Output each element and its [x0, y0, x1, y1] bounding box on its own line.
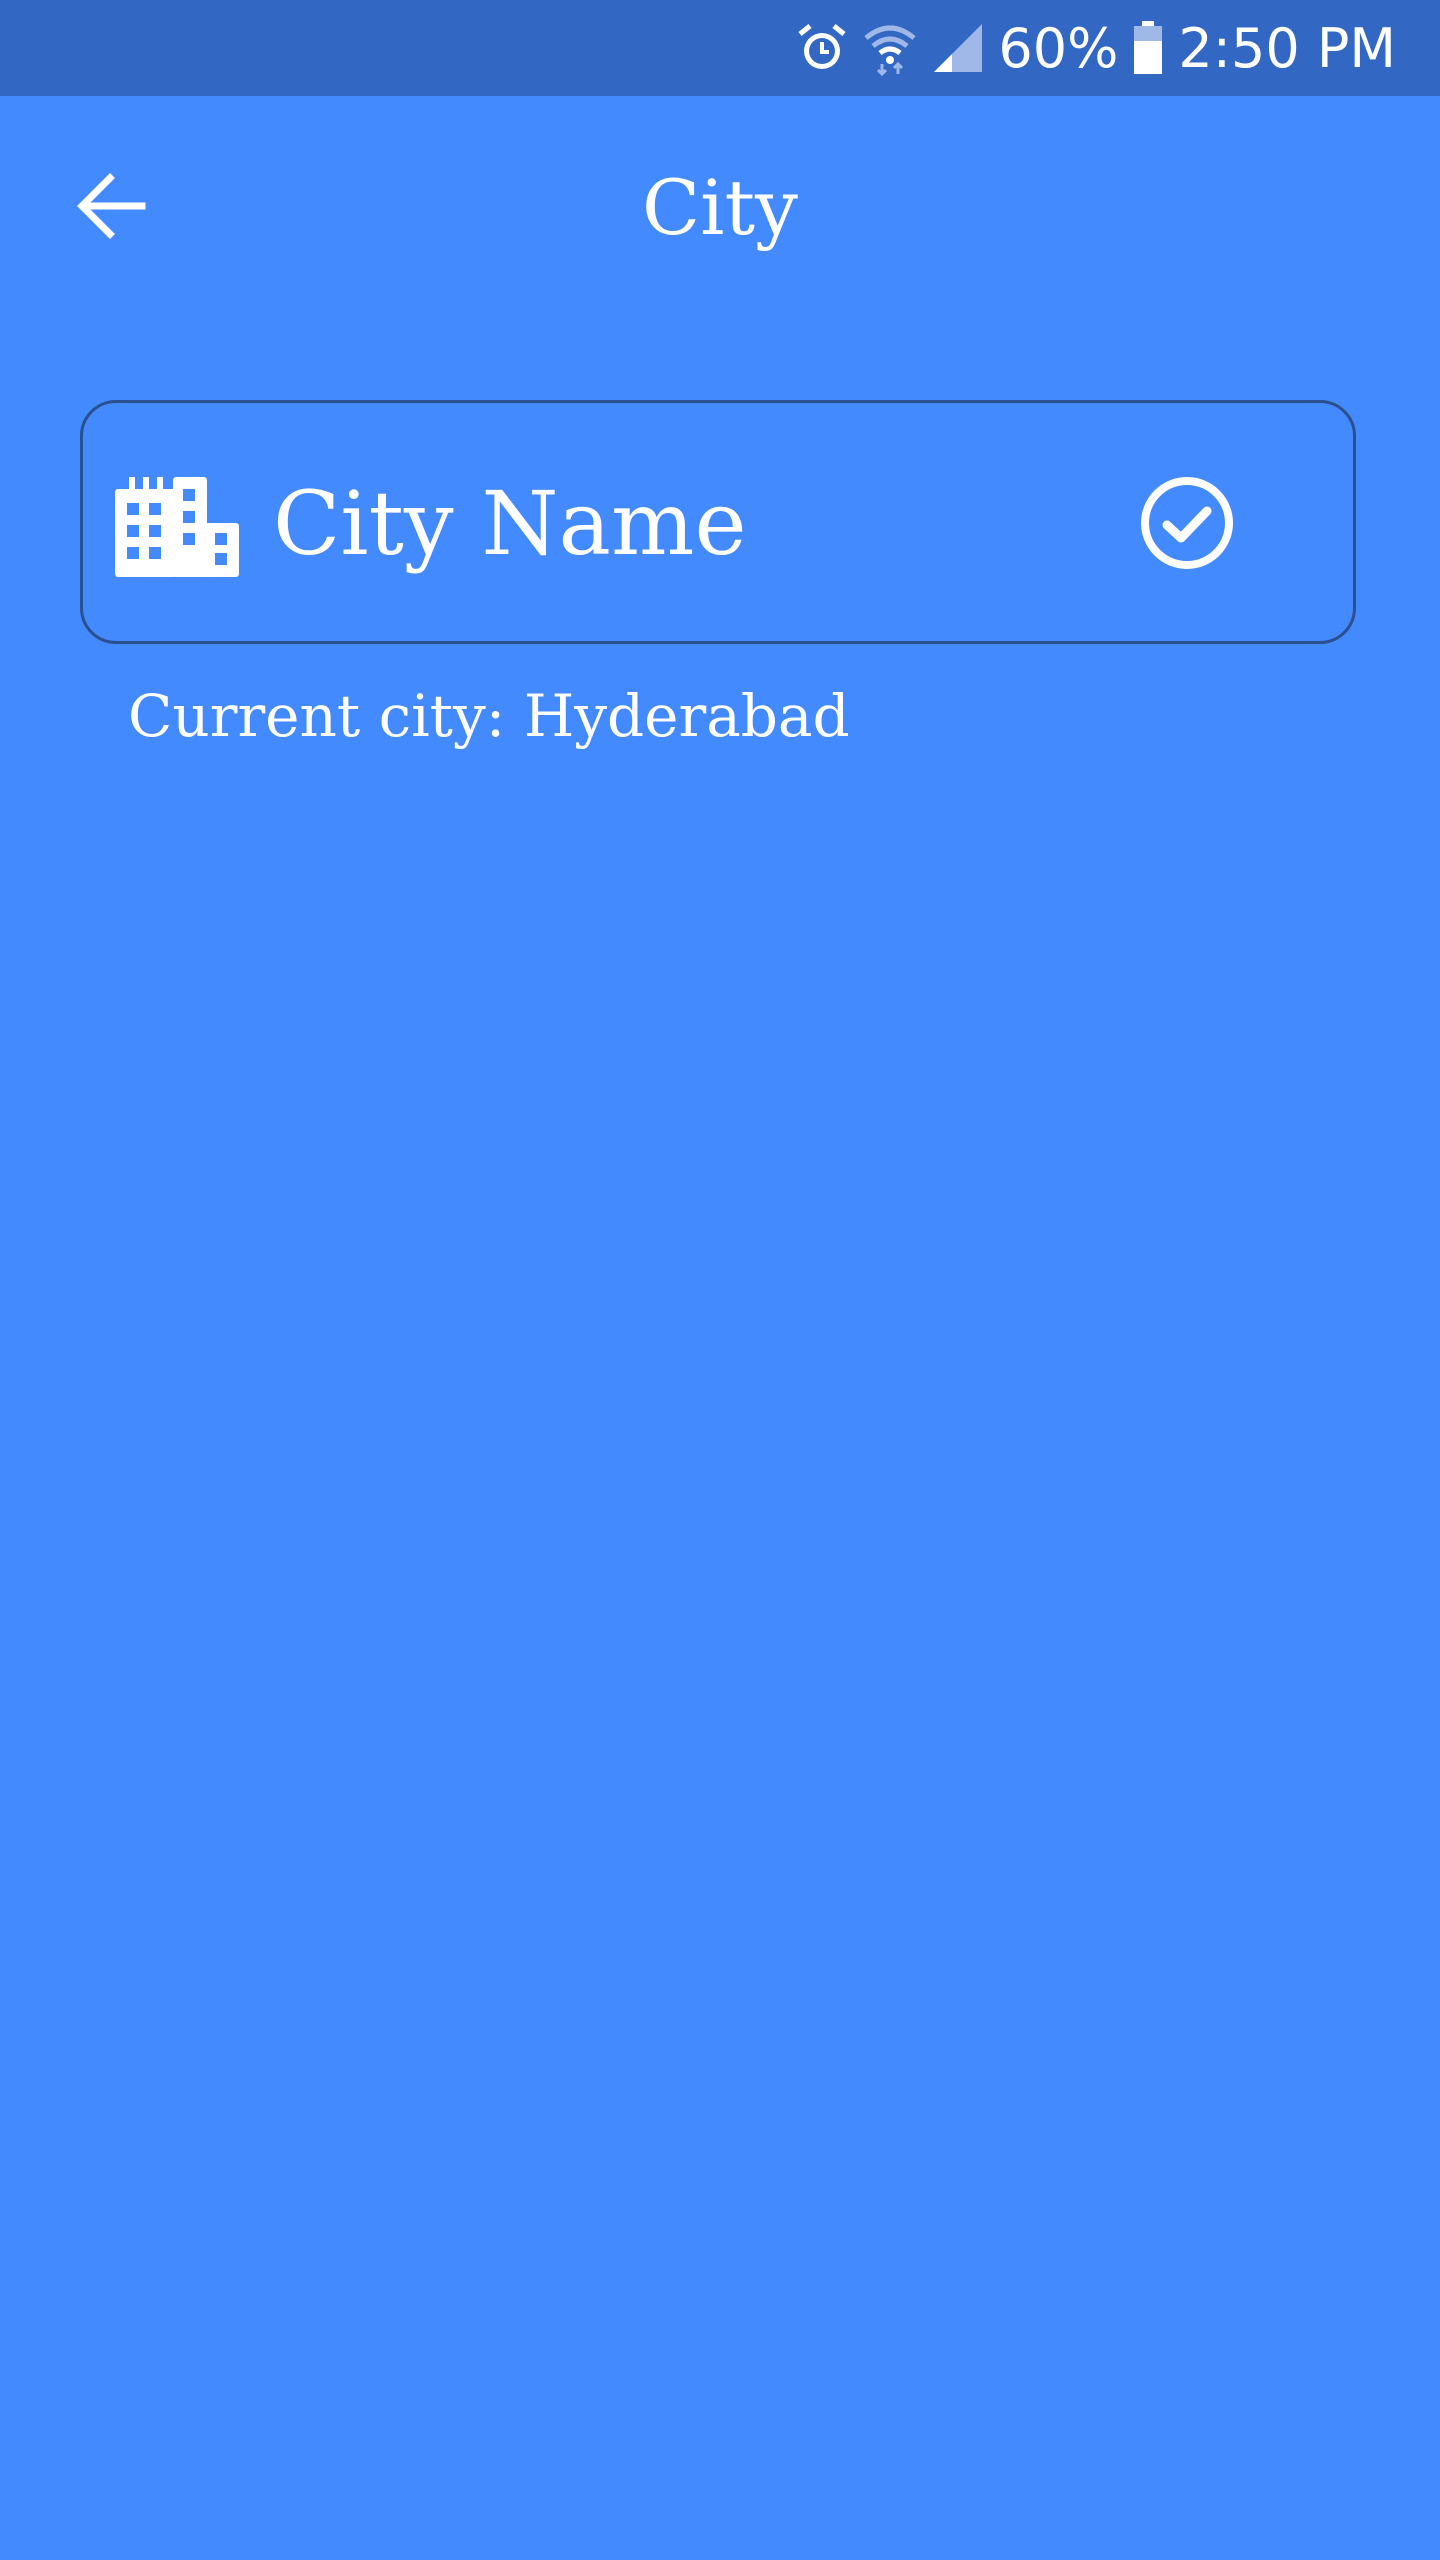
city-buildings-icon: [115, 477, 239, 577]
check-circle-icon: [1139, 475, 1235, 575]
battery-icon: [1132, 21, 1164, 75]
wifi-icon: [862, 20, 918, 76]
confirm-city-button[interactable]: [1135, 473, 1239, 577]
toolbar: City: [0, 96, 1440, 320]
status-time: 2:50 PM: [1178, 16, 1396, 80]
city-name-input[interactable]: [273, 463, 1133, 583]
battery-percent: 60%: [998, 16, 1119, 80]
status-bar-right: 60% 2:50 PM: [796, 0, 1396, 96]
city-name-field[interactable]: [80, 400, 1356, 644]
page-title: City: [642, 163, 798, 252]
signal-icon: [932, 22, 984, 74]
status-bar: 60% 2:50 PM: [0, 0, 1440, 96]
alarm-icon: [796, 22, 848, 74]
current-city-label: Current city: Hyderabad: [128, 682, 850, 750]
